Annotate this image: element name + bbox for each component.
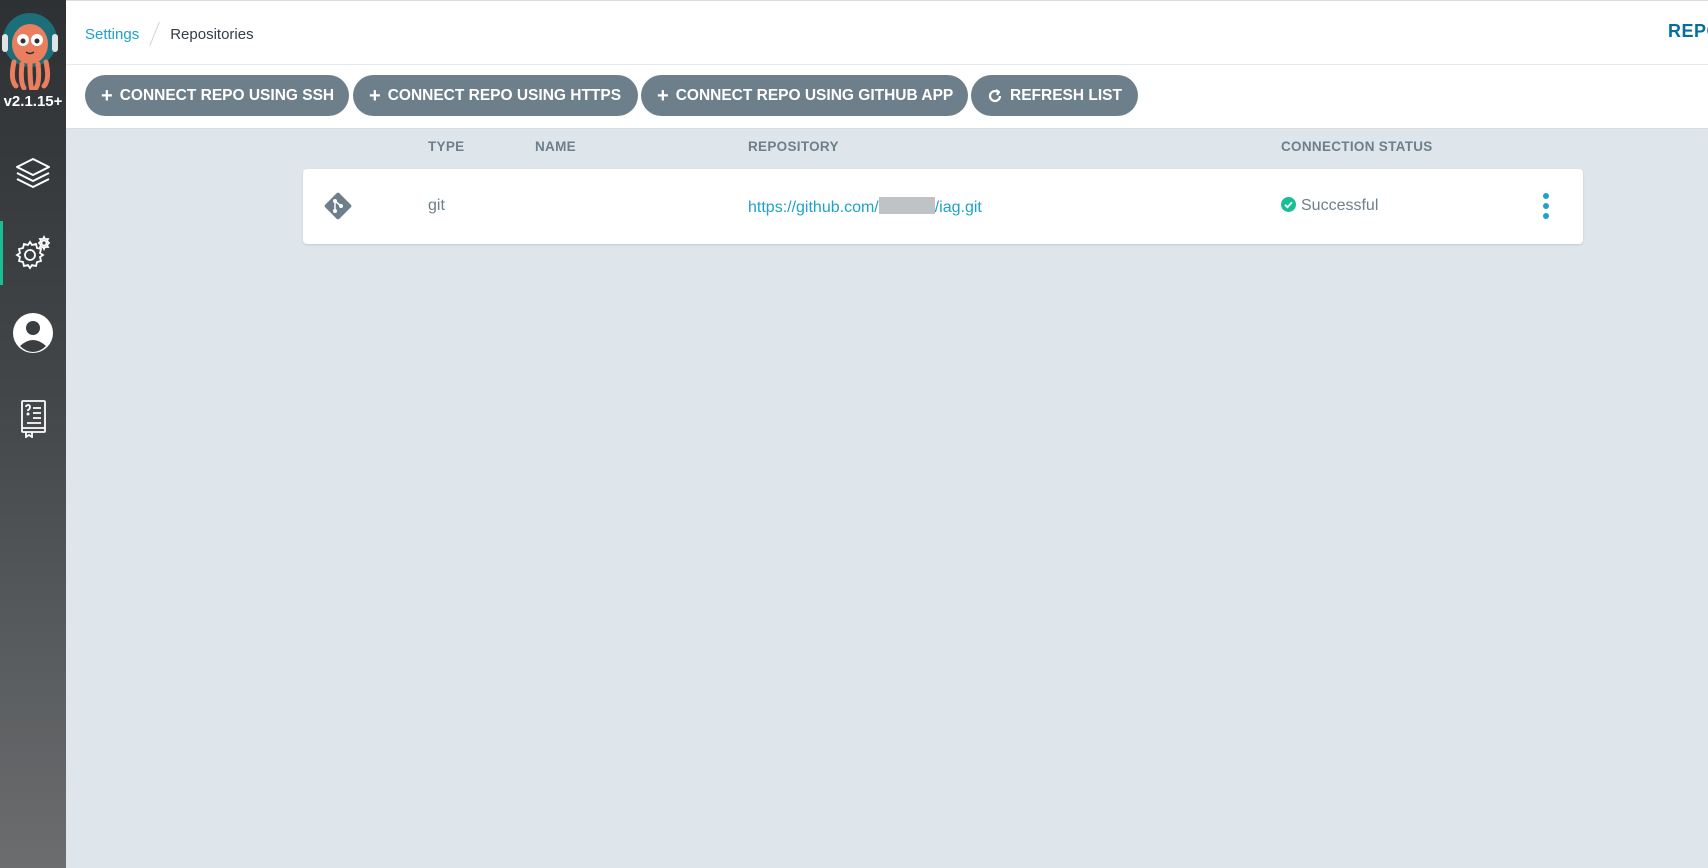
page-title: REPOSITORIES (1668, 21, 1708, 41)
row-connection-status: Successful (1281, 197, 1378, 215)
nav-user-info[interactable] (0, 301, 66, 365)
connect-https-button[interactable]: + CONNECT REPO USING HTTPS (353, 75, 638, 116)
breadcrumb-current: Repositories (170, 25, 254, 43)
gear-icon (15, 234, 51, 270)
plus-icon: + (657, 84, 669, 107)
argo-logo[interactable] (0, 10, 66, 93)
row-actions-menu[interactable] (1536, 189, 1556, 223)
status-text: Successful (1301, 197, 1379, 214)
breadcrumb: Settings Repositories (85, 21, 254, 47)
table-row[interactable]: git https://github.com/ /iag.git Successf… (303, 169, 1583, 244)
column-header-connection-status[interactable]: CONNECTION STATUS (1281, 139, 1433, 154)
repo-url-suffix: /iag.git (934, 199, 982, 216)
user-icon (13, 313, 53, 353)
git-icon (322, 190, 354, 227)
help-book-icon (21, 400, 46, 438)
top-bar: Settings Repositories REPOSITORIES (66, 0, 1708, 65)
more-vertical-icon (1543, 193, 1549, 219)
row-repository-link[interactable]: https://github.com/ /iag.git (748, 197, 982, 217)
refresh-list-label: REFRESH LIST (1010, 86, 1122, 104)
nav-documentation[interactable] (0, 386, 66, 450)
connect-ssh-label: CONNECT REPO USING SSH (119, 86, 335, 104)
version-label: v2.1.15+ (3, 93, 63, 110)
sidebar: v2.1.15+ (0, 0, 66, 868)
refresh-icon (988, 88, 1002, 102)
connect-ssh-button[interactable]: + CONNECT REPO USING SSH (85, 75, 349, 116)
layers-icon (16, 158, 50, 188)
connect-github-app-button[interactable]: + CONNECT REPO USING GITHUB APP (641, 75, 968, 116)
refresh-list-button[interactable]: REFRESH LIST (971, 75, 1138, 116)
toolbar: + CONNECT REPO USING SSH + CONNECT REPO … (66, 65, 1708, 129)
redacted-owner (878, 197, 935, 214)
check-circle-icon (1281, 197, 1296, 212)
breadcrumb-settings-link[interactable]: Settings (85, 26, 139, 43)
connect-github-app-label: CONNECT REPO USING GITHUB APP (675, 86, 954, 104)
row-type: git (428, 197, 445, 214)
column-header-type[interactable]: TYPE (428, 139, 464, 154)
nav-applications[interactable] (0, 141, 66, 205)
column-header-name[interactable]: NAME (535, 139, 576, 154)
column-header-repository[interactable]: REPOSITORY (748, 139, 839, 154)
repo-url-prefix: https://github.com/ (748, 199, 879, 216)
breadcrumb-separator (149, 21, 161, 47)
nav-settings[interactable] (0, 221, 66, 285)
plus-icon: + (101, 84, 113, 107)
connect-https-label: CONNECT REPO USING HTTPS (387, 86, 622, 104)
plus-icon: + (369, 84, 381, 107)
